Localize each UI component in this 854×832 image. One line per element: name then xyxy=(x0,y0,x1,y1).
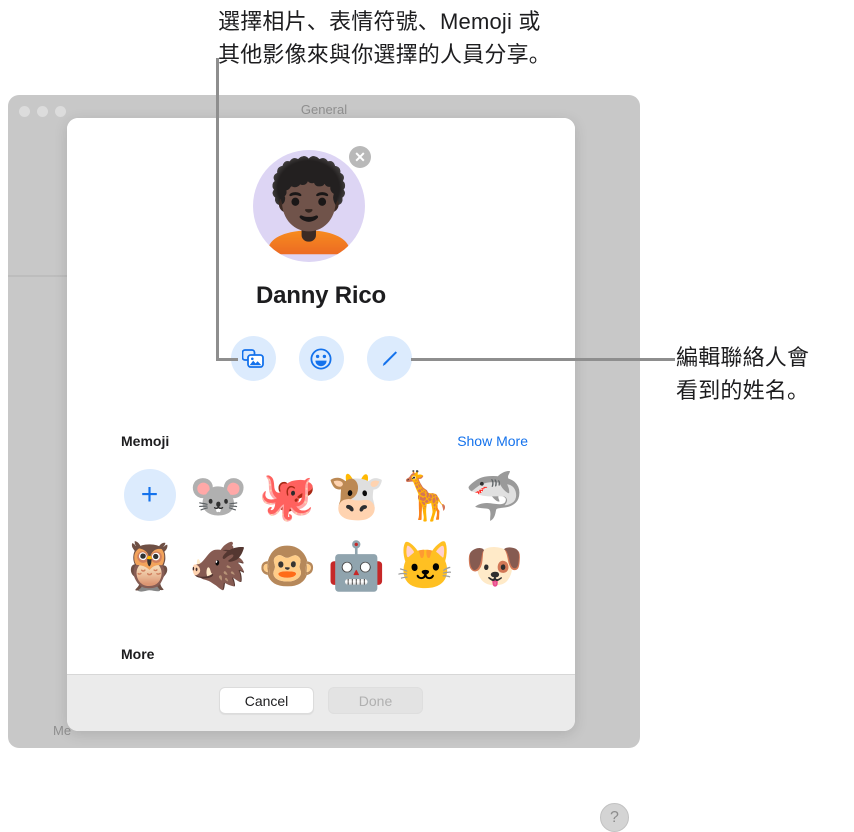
cancel-button[interactable]: Cancel xyxy=(219,687,314,714)
pencil-icon xyxy=(378,348,400,370)
contact-name: Danny Rico xyxy=(255,282,387,309)
callout-text-top: 選擇相片、表情符號、Memoji 或 其他影像來與你選擇的人員分享。 xyxy=(218,9,552,67)
memoji-item-monkey[interactable]: 🐵 xyxy=(253,536,322,594)
emoji-button[interactable] xyxy=(298,336,344,381)
memoji-item-dog[interactable]: 🐶 xyxy=(460,536,529,594)
avatar-picker-sheet: 🧑🏿‍🦱 ✕ Danny Rico xyxy=(67,118,575,731)
memoji-add-cell[interactable]: + xyxy=(115,466,184,524)
callout-text-right: 編輯聯絡人會 看到的姓名。 xyxy=(676,345,810,403)
more-section-header: More xyxy=(121,646,155,662)
memoji-item-robot[interactable]: 🤖 xyxy=(322,536,391,594)
memoji-item-mouse[interactable]: 🐭 xyxy=(184,466,253,524)
memoji-item-shark[interactable]: 🦈 xyxy=(460,466,529,524)
memoji-item-octopus[interactable]: 🐙 xyxy=(253,466,322,524)
close-icon[interactable]: ✕ xyxy=(349,146,371,168)
background-window-title: General xyxy=(300,102,348,117)
memoji-section-header: Memoji xyxy=(121,433,170,449)
memoji-item-boar[interactable]: 🐗 xyxy=(184,536,253,594)
avatar[interactable]: 🧑🏿‍🦱 ✕ xyxy=(253,146,371,262)
sheet-body: 🧑🏿‍🦱 ✕ Danny Rico xyxy=(67,118,575,674)
help-button[interactable]: ? xyxy=(600,803,629,832)
footer-button-row: Cancel Done xyxy=(67,687,575,714)
avatar-circle[interactable]: 🧑🏿‍🦱 xyxy=(253,150,365,262)
memoji-avatar-icon: 🧑🏿‍🦱 xyxy=(254,156,364,255)
leader-line-right xyxy=(411,358,675,361)
leader-line-top xyxy=(216,58,219,361)
memoji-item-cat[interactable]: 🐱 xyxy=(391,536,460,594)
emoji-icon xyxy=(310,347,332,370)
memoji-item-cow[interactable]: 🐮 xyxy=(322,466,391,524)
photos-icon xyxy=(242,348,264,369)
edit-name-button[interactable] xyxy=(366,336,412,381)
done-button: Done xyxy=(328,687,423,714)
leader-line-top-arm xyxy=(216,358,238,361)
memoji-item-giraffe[interactable]: 🦒 xyxy=(391,466,460,524)
memoji-item-owl[interactable]: 🦉 xyxy=(115,536,184,594)
show-more-link[interactable]: Show More xyxy=(457,433,528,449)
memoji-grid: + 🐭 🐙 🐮 🦒 🦈 🦉 🐗 🐵 🤖 🐱 🐶 xyxy=(115,466,529,594)
sheet-footer: Cancel Done xyxy=(67,675,575,731)
add-memoji-button[interactable]: + xyxy=(123,469,176,521)
